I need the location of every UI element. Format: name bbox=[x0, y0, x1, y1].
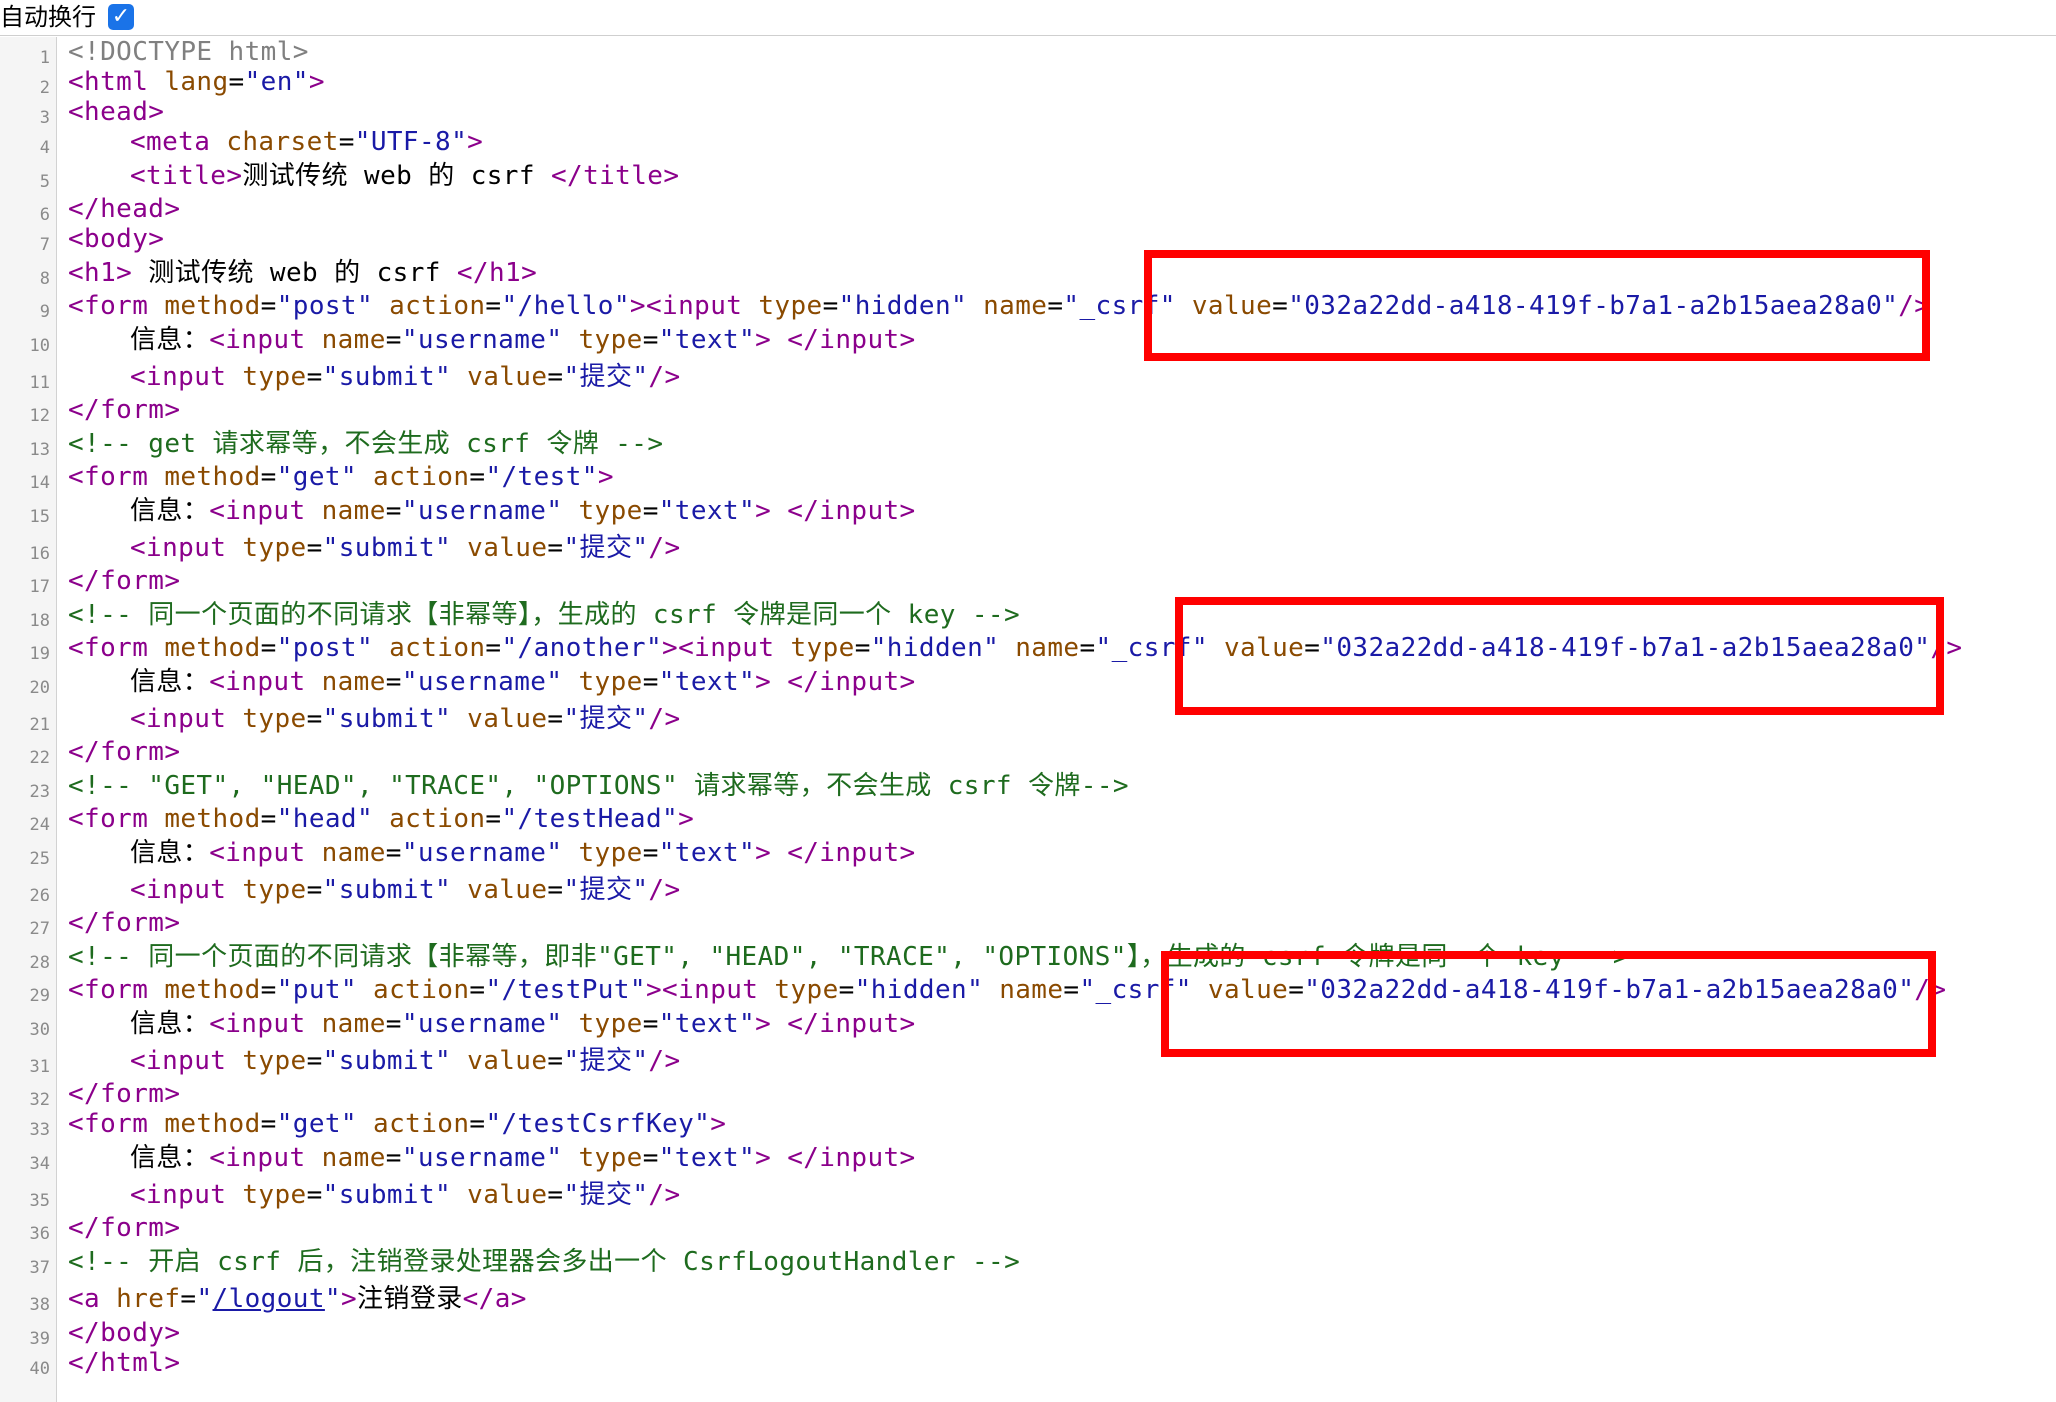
line-number: 10 bbox=[29, 336, 50, 356]
line-number: 5 bbox=[39, 172, 50, 192]
code-line: </form> bbox=[68, 395, 181, 425]
line-number: 33 bbox=[29, 1120, 50, 1140]
line-number: 1 bbox=[39, 48, 50, 68]
line-number: 35 bbox=[29, 1191, 50, 1211]
code-line: </form> bbox=[68, 1213, 181, 1243]
line-number: 38 bbox=[29, 1295, 50, 1315]
line-number: 8 bbox=[39, 269, 50, 289]
line-number: 18 bbox=[29, 611, 50, 631]
csrf-value-highlight bbox=[1175, 597, 1944, 715]
line-number: 2 bbox=[39, 78, 50, 98]
toolbar: 自动换行 ✓ bbox=[0, 0, 2056, 36]
line-number: 4 bbox=[39, 138, 50, 158]
code-line: <form method="get" action="/testCsrfKey"… bbox=[68, 1109, 727, 1139]
csrf-value-highlight bbox=[1161, 951, 1936, 1057]
code-line: <input type="submit" value="提交"/> bbox=[130, 875, 681, 905]
code-line: <input type="submit" value="提交"/> bbox=[130, 1180, 681, 1210]
line-number: 39 bbox=[29, 1329, 50, 1349]
line-number: 25 bbox=[29, 849, 50, 869]
line-number: 6 bbox=[39, 205, 50, 225]
code-line: <!DOCTYPE html> bbox=[68, 37, 309, 67]
line-number: 26 bbox=[29, 886, 50, 906]
code-line: 信息：<input name="username" type="text"> <… bbox=[130, 667, 916, 697]
line-number: 15 bbox=[29, 507, 50, 527]
code-line: <meta charset="UTF-8"> bbox=[130, 127, 484, 157]
logout-link[interactable]: /logout bbox=[213, 1284, 325, 1314]
code-line: 信息：<input name="username" type="text"> <… bbox=[130, 838, 916, 868]
line-number: 34 bbox=[29, 1154, 50, 1174]
line-number: 21 bbox=[29, 715, 50, 735]
line-number: 36 bbox=[29, 1224, 50, 1244]
code-line: </form> bbox=[68, 737, 181, 767]
code-line: </form> bbox=[68, 908, 181, 938]
wrap-label: 自动换行 bbox=[0, 3, 96, 31]
line-number-gutter: 1 2 3 4 5 6 7 8 9 10 11 12 13 14 15 16 17 18 19 20 21 22 23 24 2… bbox=[0, 37, 57, 1402]
line-number: 9 bbox=[39, 302, 50, 322]
code-line: <input type="submit" value="提交"/> bbox=[130, 704, 681, 734]
line-number: 3 bbox=[39, 108, 50, 128]
code-line: <head> bbox=[68, 97, 165, 127]
code-line: </form> bbox=[68, 566, 181, 596]
code-line: <!-- 开启 csrf 后，注销登录处理器会多出一个 CsrfLogoutHa… bbox=[68, 1247, 1021, 1277]
line-number: 29 bbox=[29, 986, 50, 1006]
checkmark-icon: ✓ bbox=[111, 4, 131, 29]
code-line: <input type="submit" value="提交"/> bbox=[130, 1046, 681, 1076]
line-number: 11 bbox=[29, 373, 50, 393]
line-number: 20 bbox=[29, 678, 50, 698]
code-line: <form method="get" action="/test"> bbox=[68, 462, 614, 492]
code-line: <input type="submit" value="提交"/> bbox=[130, 533, 681, 563]
line-number: 13 bbox=[29, 440, 50, 460]
csrf-value-highlight bbox=[1144, 250, 1930, 361]
code-line: <input type="submit" value="提交"/> bbox=[130, 362, 681, 392]
line-number: 27 bbox=[29, 919, 50, 939]
line-number: 40 bbox=[29, 1359, 50, 1379]
line-number: 22 bbox=[29, 748, 50, 768]
line-number: 28 bbox=[29, 953, 50, 973]
line-number: 16 bbox=[29, 544, 50, 564]
line-number: 24 bbox=[29, 815, 50, 835]
line-number: 37 bbox=[29, 1258, 50, 1278]
code-line: 信息：<input name="username" type="text"> <… bbox=[130, 325, 916, 355]
code-line: 信息：<input name="username" type="text"> <… bbox=[130, 1009, 916, 1039]
line-number: 7 bbox=[39, 235, 50, 255]
line-number: 31 bbox=[29, 1057, 50, 1077]
code-line: </html> bbox=[68, 1348, 181, 1378]
code-line: <!-- "GET", "HEAD", "TRACE", "OPTIONS" 请… bbox=[68, 771, 1129, 801]
code-line: 信息：<input name="username" type="text"> <… bbox=[130, 1143, 916, 1173]
code-line: </body> bbox=[68, 1318, 181, 1348]
code-line: <h1> 测试传统 web 的 csrf </h1> bbox=[68, 258, 538, 288]
code-line: <!-- 同一个页面的不同请求【非幂等】，生成的 csrf 令牌是同一个 key… bbox=[68, 600, 1021, 630]
code-line: <form method="head" action="/testHead"> bbox=[68, 804, 695, 834]
line-number: 17 bbox=[29, 577, 50, 597]
line-number: 32 bbox=[29, 1090, 50, 1110]
line-number: 23 bbox=[29, 782, 50, 802]
code-line: <a href="/logout">注销登录</a> bbox=[68, 1284, 527, 1314]
code-line: <!-- get 请求幂等，不会生成 csrf 令牌 --> bbox=[68, 429, 664, 459]
line-number: 12 bbox=[29, 406, 50, 426]
code-line: <html lang="en"> bbox=[68, 67, 325, 97]
line-number: 19 bbox=[29, 644, 50, 664]
code-line: </head> bbox=[68, 194, 181, 224]
line-number: 30 bbox=[29, 1020, 50, 1040]
wrap-checkbox[interactable]: ✓ bbox=[108, 4, 134, 30]
code-line: 信息：<input name="username" type="text"> <… bbox=[130, 496, 916, 526]
code-line: <body> bbox=[68, 224, 165, 254]
code-line: <title>测试传统 web 的 csrf </title> bbox=[130, 161, 680, 191]
line-number: 14 bbox=[29, 473, 50, 493]
code-line: </form> bbox=[68, 1079, 181, 1109]
